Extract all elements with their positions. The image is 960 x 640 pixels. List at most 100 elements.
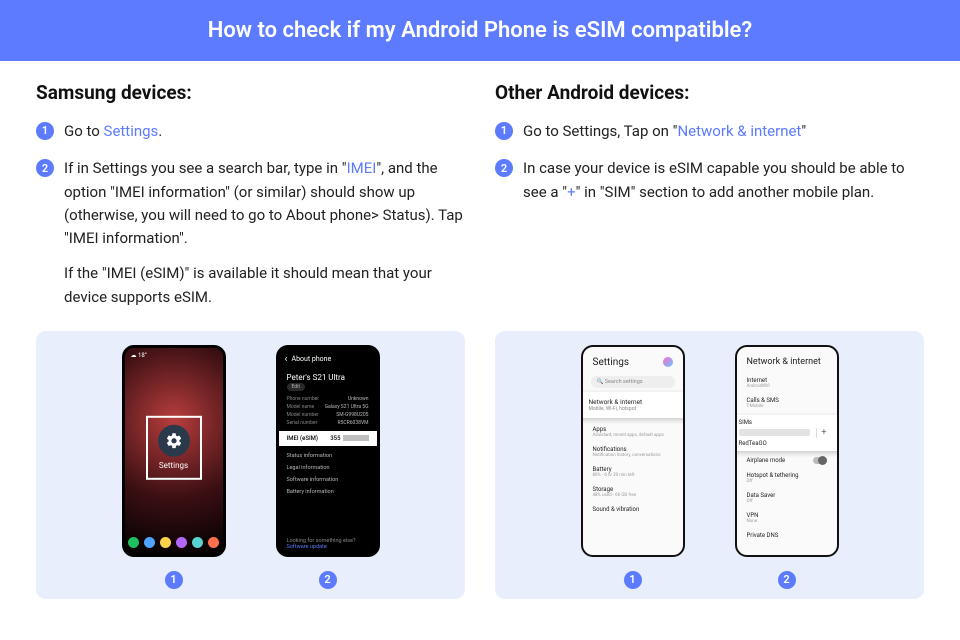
add-sim-plus-icon: + [816, 428, 830, 438]
weather-widget: ☁ 18° [125, 348, 223, 363]
other-shot-1: Settings 🔍 Search settings ᯤ Network & i… [581, 345, 685, 589]
list-item: NotificationsNotification history, conve… [583, 442, 683, 462]
settings-title: Settings [593, 357, 630, 368]
settings-app-highlight: Settings [146, 416, 202, 480]
v: SM-G998U205 [336, 412, 368, 418]
other-shot-2: Network & internet InternetAndroidWifi C… [735, 345, 839, 589]
list-item: AppsAssistant, recent apps, default apps [583, 422, 683, 442]
shot-number: 2 [778, 571, 796, 589]
page-title: How to check if my Android Phone is eSIM… [208, 18, 752, 43]
sub: Assistant, recent apps, default apps [593, 433, 673, 438]
dock-icon [144, 537, 155, 548]
card-sub: Mobile, Wi-Fi, hotspot [589, 406, 677, 412]
kv-row: Phone number Unknown [279, 395, 377, 403]
plus-link[interactable]: + [567, 183, 576, 201]
airplane-label: Airplane mode [747, 457, 786, 464]
other-steps: Go to Settings, Tap on "Network & intern… [495, 120, 924, 204]
phone-mock-settings: Settings 🔍 Search settings ᯤ Network & i… [581, 345, 685, 557]
list-item: Airplane mode [737, 453, 837, 468]
section-link: Legal information [279, 462, 377, 474]
wifi-icon: ᯤ [581, 396, 582, 407]
lbl: Airplane mode [747, 457, 827, 464]
dock-icon [192, 537, 203, 548]
sims-sub: RedTeaGO [739, 440, 831, 447]
list-item: Storage48% used - 66 GB free [583, 482, 683, 502]
k: Phone number [287, 396, 319, 402]
samsung-column: Samsung devices: Go to Settings. If in S… [36, 81, 465, 323]
toggle-icon [813, 457, 827, 464]
v: Galaxy S21 Ultra 5G [325, 404, 369, 410]
dock-icon [160, 537, 171, 548]
text: " [801, 122, 806, 140]
settings-label: Settings [159, 461, 188, 470]
dock-icon [208, 537, 219, 548]
samsung-heading: Samsung devices: [36, 81, 465, 104]
settings-title-row: Settings [583, 347, 683, 372]
sub: 86% - 6 hr 20 min left [593, 473, 673, 478]
imei-esim-label: IMEI (eSIM) [287, 435, 319, 442]
kv-row: Model name Galaxy S21 Ultra 5G [279, 403, 377, 411]
k: Model number [287, 412, 319, 418]
lbl: VPN [747, 512, 827, 519]
samsung-step-1: Go to Settings. [36, 120, 465, 143]
screenshot-galleries: ☁ 18° Settings 1 [0, 331, 960, 599]
lbl: Data Saver [747, 492, 827, 499]
sims-label: SIMs [739, 419, 831, 426]
v: R5CR6038VM [337, 420, 368, 426]
imei-esim-highlight: IMEI (eSIM) 355 [276, 431, 380, 446]
avatar-icon [663, 357, 673, 367]
list-item: Sound & vibration [583, 502, 683, 517]
gear-icon [158, 425, 190, 457]
text: Go to Settings, Tap on " [523, 122, 677, 140]
sims-card: SIMs + RedTeaGO [735, 415, 839, 451]
search-settings: 🔍 Search settings [591, 376, 675, 388]
device-name: Peter's S21 Ultra [279, 371, 377, 383]
lbl: Calls & SMS [747, 397, 827, 404]
sub: Notification history, conversations [593, 453, 673, 458]
imei-link[interactable]: IMEI [347, 159, 377, 177]
sims-row: + [739, 428, 831, 438]
network-internet-card: ᯤ Network & internet Mobile, Wi-Fi, hots… [581, 392, 685, 418]
sub: 48% used - 66 GB free [593, 493, 673, 498]
lbl: Notifications [593, 446, 673, 453]
lbl: Battery [593, 466, 673, 473]
sub: None [747, 519, 827, 524]
v: Unknown [348, 396, 369, 402]
samsung-gallery: ☁ 18° Settings 1 [36, 331, 465, 599]
kv-row: Serial numberR5CR6038VM [279, 419, 377, 427]
list-item: Battery86% - 6 hr 20 min left [583, 462, 683, 482]
section-link: Status information [279, 450, 377, 462]
lbl: Hotspot & tethering [747, 472, 827, 479]
sub: Off [747, 479, 827, 484]
network-internet-link[interactable]: Network & internet [677, 122, 801, 140]
dock-icon [128, 537, 139, 548]
dock-icons [125, 537, 223, 548]
dock-icon [176, 537, 187, 548]
other-gallery: Settings 🔍 Search settings ᯤ Network & i… [495, 331, 924, 599]
samsung-shot-2: About phone Peter's S21 Ultra Edit Phone… [276, 345, 380, 589]
edit-button: Edit [287, 383, 305, 391]
samsung-step-2: If in Settings you see a search bar, typ… [36, 157, 465, 309]
about-phone-title: About phone [279, 348, 377, 371]
instruction-columns: Samsung devices: Go to Settings. If in S… [0, 61, 960, 323]
list-item: Private DNS [737, 528, 837, 543]
list-item: Data SaverOff [737, 488, 837, 508]
sub: Off [747, 499, 827, 504]
k: Model name [287, 404, 315, 410]
lbl: Sound & vibration [593, 506, 673, 513]
section-link: Software information [279, 474, 377, 486]
settings-link[interactable]: Settings [104, 122, 159, 140]
list-item: InternetAndroidWifi [737, 373, 837, 393]
shot-number: 2 [319, 571, 337, 589]
text: . [158, 122, 162, 140]
shot-number: 1 [165, 571, 183, 589]
page-title-banner: How to check if my Android Phone is eSIM… [0, 0, 960, 61]
other-column: Other Android devices: Go to Settings, T… [495, 81, 924, 323]
footer-link: Software update [287, 544, 369, 550]
v: 355 [330, 435, 340, 442]
search-placeholder: Search settings [605, 379, 643, 385]
imei-esim-value: 355 [330, 435, 368, 442]
card-title: Network & internet [589, 398, 677, 406]
phone-mock-about-phone: About phone Peter's S21 Ultra Edit Phone… [276, 345, 380, 557]
sub: AndroidWifi [747, 384, 827, 389]
